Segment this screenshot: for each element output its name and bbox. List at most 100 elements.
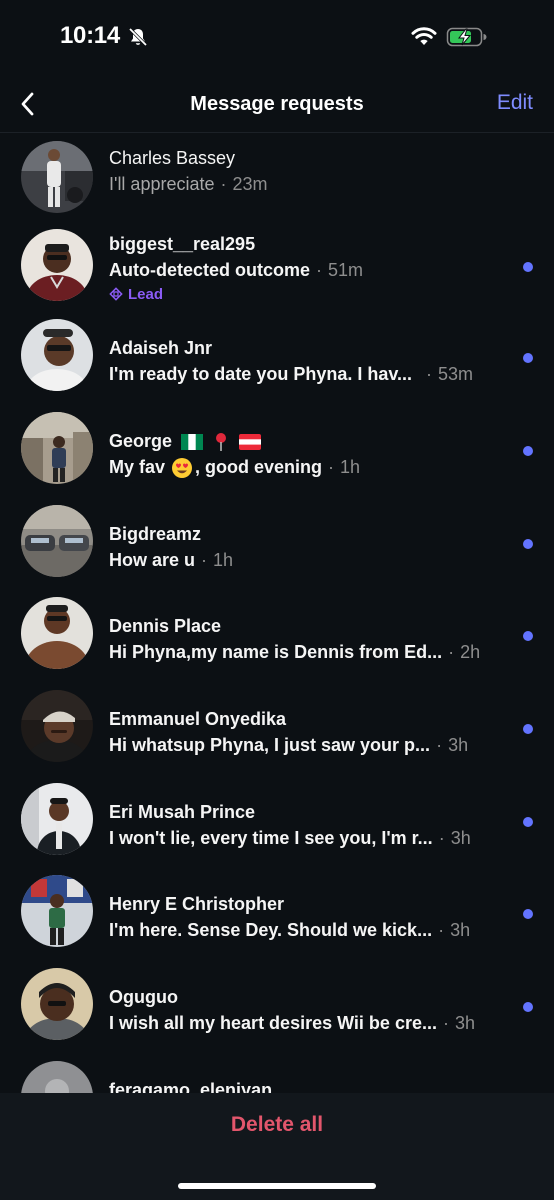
unread-dot: [523, 817, 533, 827]
separator: ·: [438, 828, 445, 848]
message-request-list: Charles Bassey I'll appreciate · 23m big…: [0, 133, 554, 1093]
list-item[interactable]: Emmanuel Onyedika Hi whatsup Phyna, I ju…: [0, 688, 554, 780]
list-item[interactable]: feragamo_eleniyan: [0, 1059, 554, 1093]
item-preview: I'll appreciate: [109, 174, 215, 194]
battery-charging-icon: [446, 27, 487, 47]
status-bar: 10:14: [0, 0, 554, 76]
lead-label: Lead: [128, 285, 164, 303]
list-item[interactable]: Charles Bassey I'll appreciate · 23m: [0, 133, 554, 225]
unread-dot: [523, 724, 533, 734]
separator: ·: [316, 260, 323, 280]
item-name: Oguguo: [109, 987, 178, 1007]
item-text: Charles Bassey I'll appreciate · 23m: [109, 147, 509, 197]
message-requests-screen: 10:14 Message requests Edit Charles Bass…: [0, 0, 554, 1200]
avatar: [21, 783, 93, 855]
item-text: Henry E Christopher I'm here. Sense Dey.…: [109, 893, 509, 943]
item-name: Dennis Place: [109, 616, 222, 636]
unread-dot: [523, 353, 533, 363]
item-time: 3h: [450, 828, 471, 848]
item-preview-row: I wish all my heart desires Wii be cre..…: [109, 1011, 509, 1036]
separator: ·: [448, 642, 455, 662]
item-text: Bigdreamz How are u · 1h: [109, 523, 509, 573]
item-preview: How are u: [109, 550, 196, 570]
delete-all-button[interactable]: Delete all: [0, 1113, 554, 1137]
separator: ·: [328, 457, 335, 477]
item-text: biggest__real295 Auto-detected outcome ·…: [109, 233, 509, 303]
item-time: 23m: [232, 174, 268, 194]
separator: ·: [220, 174, 227, 194]
status-time: 10:14: [60, 22, 120, 49]
bottom-bar: Delete all: [0, 1093, 554, 1200]
item-text: Dennis Place Hi Phyna,my name is Dennis …: [109, 615, 509, 665]
separator: ·: [442, 1013, 449, 1033]
item-preview-row: I'm here. Sense Dey. Should we kick... ·…: [109, 918, 509, 943]
unread-dot: [523, 539, 533, 549]
item-text: feragamo_eleniyan: [109, 1079, 509, 1093]
item-name: Emmanuel Onyedika: [109, 709, 287, 729]
item-name: Adaiseh Jnr: [109, 338, 213, 358]
item-text: Oguguo I wish all my heart desires Wii b…: [109, 986, 509, 1036]
bell-slash-icon: [128, 27, 148, 47]
item-text: George My fav , good evening · 1h: [109, 430, 509, 480]
lead-icon: [109, 287, 123, 301]
list-item[interactable]: biggest__real295 Auto-detected outcome ·…: [0, 225, 554, 325]
location-pin-icon: [216, 433, 227, 452]
list-item[interactable]: Bigdreamz How are u · 1h: [0, 503, 554, 595]
item-preview-row: I won't lie, every time I see you, I'm r…: [109, 826, 509, 851]
item-preview-row: I'll appreciate · 23m: [109, 172, 509, 197]
separator: ·: [201, 550, 208, 570]
item-name: George: [109, 431, 173, 451]
item-preview: Auto-detected outcome: [109, 260, 311, 280]
heart-eyes-emoji-icon: [172, 457, 193, 478]
avatar: [21, 319, 93, 391]
unread-dot: [523, 262, 533, 272]
item-time: 3h: [454, 1013, 476, 1033]
item-time: 1h: [213, 550, 234, 570]
item-name: Charles Bassey: [109, 148, 236, 168]
list-item[interactable]: Eri Musah Prince I won't lie, every time…: [0, 781, 554, 873]
list-item[interactable]: Adaiseh Jnr I'm ready to date you Phyna.…: [0, 317, 554, 409]
avatar: [21, 505, 93, 577]
item-preview-row: Hi whatsup Phyna, I just saw your p... ·…: [109, 733, 509, 758]
avatar: [21, 968, 93, 1040]
list-item[interactable]: George My fav , good evening · 1h: [0, 410, 554, 502]
separator: ·: [438, 920, 445, 940]
edit-button[interactable]: Edit: [497, 91, 533, 115]
item-name: Eri Musah Prince: [109, 802, 256, 822]
separator: ·: [436, 735, 443, 755]
austria-flag-icon: [239, 434, 262, 451]
item-name: Bigdreamz: [109, 524, 202, 544]
item-name: Henry E Christopher: [109, 894, 285, 914]
wifi-icon: [411, 27, 437, 45]
list-item[interactable]: Henry E Christopher I'm here. Sense Dey.…: [0, 873, 554, 965]
item-preview: I won't lie, every time I see you, I'm r…: [109, 828, 433, 848]
list-item[interactable]: Dennis Place Hi Phyna,my name is Dennis …: [0, 595, 554, 687]
item-time: 1h: [340, 457, 361, 477]
avatar: [21, 690, 93, 762]
item-time: 2h: [460, 642, 481, 662]
unread-dot: [523, 631, 533, 641]
item-preview: I wish all my heart desires Wii be cre..…: [109, 1013, 437, 1033]
item-text: Adaiseh Jnr I'm ready to date you Phyna.…: [109, 337, 509, 387]
header: Message requests Edit: [0, 76, 554, 133]
item-preview: I'm ready to date you Phyna. I hav...: [109, 364, 413, 384]
item-preview-row: How are u · 1h: [109, 548, 509, 573]
home-indicator: [178, 1183, 376, 1189]
avatar: [21, 597, 93, 669]
avatar: [21, 875, 93, 947]
item-preview: My fav: [109, 457, 166, 477]
item-preview: Hi Phyna,my name is Dennis from Ed...: [109, 642, 443, 662]
item-name-row: George: [109, 430, 509, 452]
item-preview: Hi whatsup Phyna, I just saw your p...: [109, 735, 431, 755]
item-preview: I'm here. Sense Dey. Should we kick...: [109, 920, 433, 940]
item-text: Emmanuel Onyedika Hi whatsup Phyna, I ju…: [109, 708, 509, 758]
lead-tag: Lead: [109, 285, 509, 303]
avatar: [21, 1061, 93, 1093]
nigeria-flag-icon: [181, 434, 204, 451]
avatar: [21, 141, 93, 213]
item-name: feragamo_eleniyan: [109, 1080, 273, 1093]
item-time: 3h: [450, 920, 471, 940]
item-time: 53m: [438, 364, 474, 384]
unread-dot: [523, 909, 533, 919]
list-item[interactable]: Oguguo I wish all my heart desires Wii b…: [0, 966, 554, 1058]
